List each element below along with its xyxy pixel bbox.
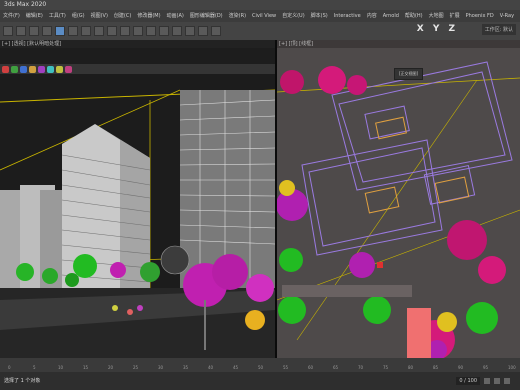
menu-item[interactable]: 工具(T) — [49, 10, 66, 22]
redo-icon[interactable] — [16, 26, 26, 36]
undo-icon[interactable] — [3, 26, 13, 36]
render-setup-icon[interactable] — [198, 26, 208, 36]
menu-item[interactable]: V-Ray — [500, 10, 514, 22]
timeline-tick-label: 25 — [133, 365, 139, 370]
timeline-tick-label: 35 — [183, 365, 189, 370]
angle-snap-icon[interactable] — [133, 26, 143, 36]
timeline-tick-label: 85 — [433, 365, 439, 370]
render-icon[interactable] — [211, 26, 221, 36]
menu-item[interactable]: 内容 — [367, 10, 377, 22]
play-icon[interactable] — [484, 378, 490, 384]
timeline[interactable]: 0 5 10 15 20 25 30 35 40 45 50 55 60 65 70 75 80 85 90 95 10… — [0, 358, 520, 372]
status-bar: 选择了 1 个对象 0 / 100 — [0, 372, 520, 390]
view-popup[interactable]: [正交视图] — [394, 68, 424, 80]
menu-item[interactable]: 编辑(E) — [26, 10, 43, 22]
frame-counter[interactable]: 0 / 100 — [456, 377, 480, 385]
snap-icon[interactable] — [120, 26, 130, 36]
menu-item[interactable]: Arnold — [383, 10, 399, 22]
menu-item[interactable]: 大地图 — [429, 10, 444, 22]
title-bar: 3ds Max 2020 — [0, 0, 520, 10]
timeline-tick-label: 40 — [208, 365, 214, 370]
mirror-icon[interactable] — [146, 26, 156, 36]
timeline-tick-label: 15 — [83, 365, 89, 370]
axis-constraint-label[interactable]: X Y Z — [417, 24, 458, 34]
material-editor-icon[interactable] — [185, 26, 195, 36]
unlink-icon[interactable] — [42, 26, 52, 36]
menu-item[interactable]: 文件(F) — [3, 10, 20, 22]
timeline-tick-label: 5 — [33, 365, 36, 370]
menu-item[interactable]: 脚本(S) — [311, 10, 328, 22]
menu-bar: 文件(F) 编辑(E) 工具(T) 组(G) 视图(V) 创建(C) 修改器(M) 动画(A)… — [0, 10, 520, 22]
rotate-icon[interactable] — [94, 26, 104, 36]
timeline-tick-label: 95 — [483, 365, 489, 370]
scale-icon[interactable] — [107, 26, 117, 36]
end-frame-icon[interactable] — [504, 378, 510, 384]
status-text: 选择了 1 个对象 — [4, 378, 41, 384]
timeline-tick-label: 30 — [158, 365, 164, 370]
timeline-tick-label: 45 — [233, 365, 239, 370]
link-icon[interactable] — [29, 26, 39, 36]
menu-item[interactable]: 帮助(H) — [405, 10, 423, 22]
menu-item[interactable]: 图形编辑器(D) — [190, 10, 223, 22]
window-title: 3ds Max 2020 — [4, 1, 47, 8]
timeline-tick-label: 0 — [8, 365, 11, 370]
timeline-tick-label: 100 — [508, 365, 516, 370]
timeline-tick-label: 75 — [383, 365, 389, 370]
select-region-icon[interactable] — [68, 26, 78, 36]
menu-item[interactable]: 修改器(M) — [137, 10, 160, 22]
next-frame-icon[interactable] — [494, 378, 500, 384]
align-icon[interactable] — [159, 26, 169, 36]
timeline-tick-label: 60 — [308, 365, 314, 370]
timeline-tick-label: 50 — [258, 365, 264, 370]
move-icon[interactable] — [81, 26, 91, 36]
timeline-tick-label: 90 — [458, 365, 464, 370]
menu-item[interactable]: 渲染(R) — [229, 10, 246, 22]
layer-icon[interactable] — [172, 26, 182, 36]
select-icon[interactable] — [55, 26, 65, 36]
top-scene — [277, 61, 520, 358]
menu-item[interactable]: 扩展 — [450, 10, 460, 22]
timeline-tick-label: 55 — [283, 365, 289, 370]
timeline-tick-label: 70 — [358, 365, 364, 370]
menu-item[interactable]: 视图(V) — [91, 10, 108, 22]
perspective-scene — [0, 74, 275, 358]
menu-item[interactable]: 创建(C) — [114, 10, 131, 22]
top-viewport[interactable]: [+] [顶] [线框] [正交视图] — [277, 40, 520, 358]
menu-item[interactable]: 组(G) — [72, 10, 85, 22]
perspective-viewport[interactable]: [+] [透视] [默认明暗处理] — [0, 40, 277, 358]
menu-item[interactable]: Interactive — [334, 10, 361, 22]
timeline-tick-label: 20 — [108, 365, 114, 370]
timeline-ticks: 0 5 10 15 20 25 30 35 40 45 50 55 60 65 70 75 80 85 90 95 10… — [0, 365, 520, 372]
timeline-tick-label: 65 — [333, 365, 339, 370]
menu-item[interactable]: 动画(A) — [167, 10, 184, 22]
timeline-tick-label: 80 — [408, 365, 414, 370]
menu-item[interactable]: Civil View — [252, 10, 276, 22]
menu-item[interactable]: 自定义(U) — [282, 10, 305, 22]
workspace-select[interactable]: 工作区: 默认 — [481, 24, 516, 35]
menu-item[interactable]: Phoenix FD — [466, 10, 494, 22]
timeline-tick-label: 10 — [58, 365, 64, 370]
